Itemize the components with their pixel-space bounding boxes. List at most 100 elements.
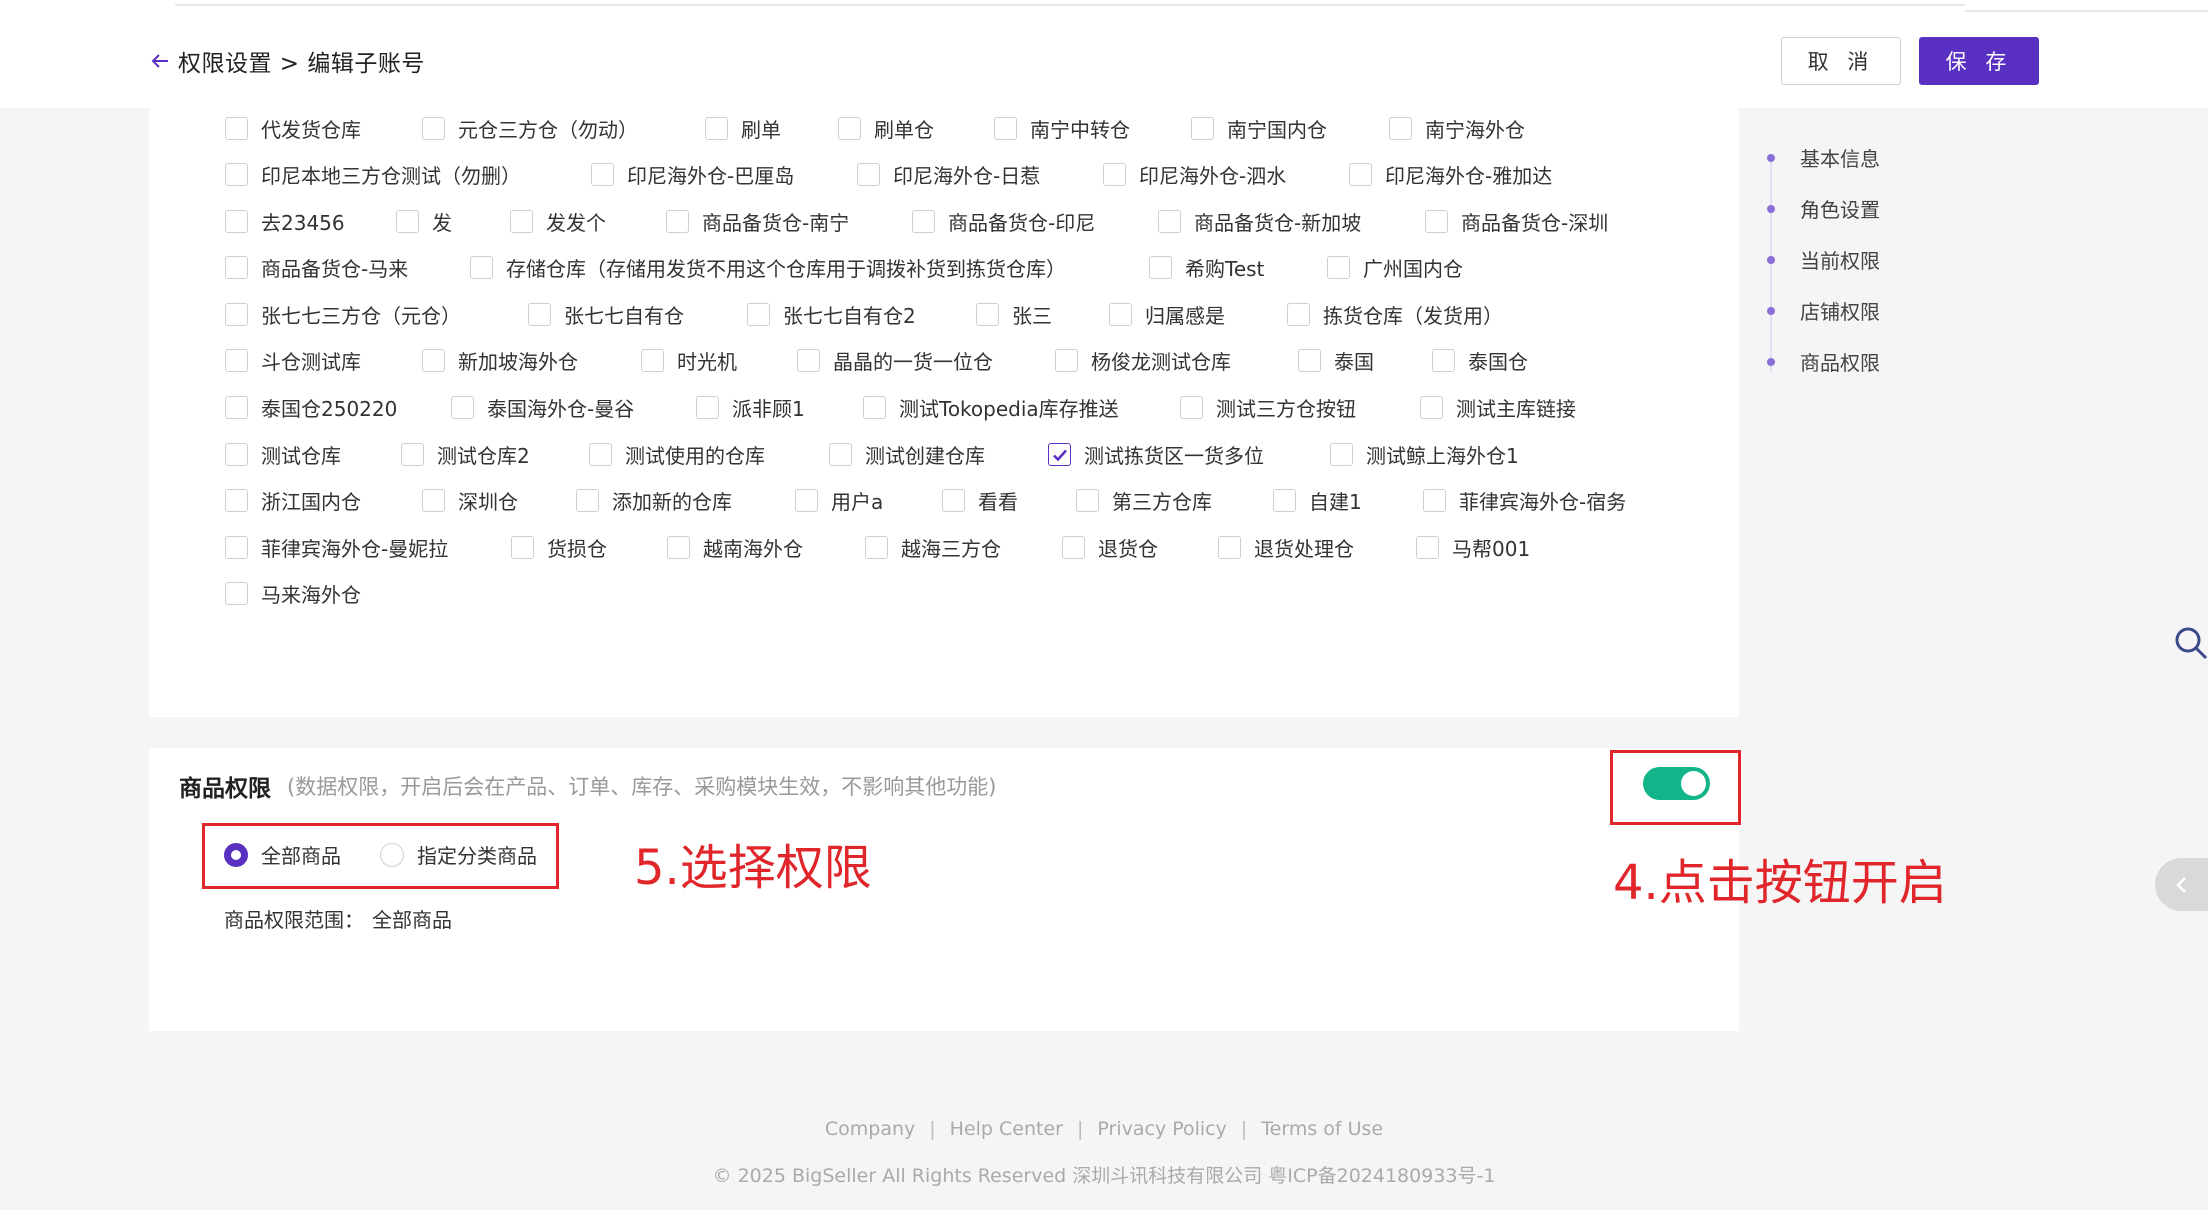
checkbox[interactable] (863, 396, 886, 419)
warehouse-option[interactable]: 马帮001 (1416, 533, 1530, 562)
radio-all-products[interactable]: 全部商品 (224, 840, 341, 869)
warehouse-option[interactable]: 张七七自有仓2 (747, 300, 916, 329)
warehouse-option[interactable]: 泰国海外仓-曼谷 (451, 393, 634, 422)
checkbox[interactable] (225, 117, 248, 140)
checkbox[interactable] (1149, 256, 1172, 279)
footer-link-privacy[interactable]: Privacy Policy (1097, 1118, 1226, 1140)
checkbox[interactable] (795, 489, 818, 512)
warehouse-option[interactable]: 刷单 (705, 114, 781, 143)
checkbox[interactable] (225, 582, 248, 605)
warehouse-option[interactable]: 泰国 (1298, 346, 1374, 375)
warehouse-option[interactable]: 南宁中转仓 (994, 114, 1130, 143)
warehouse-option[interactable]: 越南海外仓 (667, 533, 803, 562)
warehouse-option[interactable]: 发发个 (510, 207, 606, 236)
checkbox[interactable] (912, 210, 935, 233)
checkbox[interactable] (1432, 349, 1455, 372)
checkbox[interactable] (705, 117, 728, 140)
warehouse-option[interactable]: 用户a (795, 486, 883, 515)
warehouse-option[interactable]: 马来海外仓 (225, 579, 361, 608)
warehouse-option[interactable]: 退货处理仓 (1218, 533, 1354, 562)
checkbox[interactable] (1425, 210, 1448, 233)
warehouse-option[interactable]: 新加坡海外仓 (422, 346, 578, 375)
warehouse-option[interactable]: 深圳仓 (422, 486, 518, 515)
warehouse-option[interactable]: 货损仓 (511, 533, 607, 562)
checkbox[interactable] (1103, 163, 1126, 186)
checkbox[interactable] (829, 443, 852, 466)
checkbox[interactable] (942, 489, 965, 512)
checkbox[interactable] (1109, 303, 1132, 326)
warehouse-option[interactable]: 印尼海外仓-泗水 (1103, 160, 1286, 189)
checkbox[interactable] (451, 396, 474, 419)
warehouse-option[interactable]: 测试仓库 (225, 440, 341, 469)
checkbox[interactable] (225, 443, 248, 466)
checkbox[interactable] (225, 256, 248, 279)
checkbox[interactable] (1062, 536, 1085, 559)
warehouse-option[interactable]: 印尼海外仓-巴厘岛 (591, 160, 794, 189)
checkbox[interactable] (797, 349, 820, 372)
warehouse-option[interactable]: 晶晶的一货一位仓 (797, 346, 993, 375)
checkbox[interactable] (225, 396, 248, 419)
checkbox[interactable] (667, 536, 690, 559)
warehouse-option[interactable]: 商品备货仓-南宁 (666, 207, 849, 236)
warehouse-option[interactable]: 印尼海外仓-日惹 (857, 160, 1040, 189)
checkbox[interactable] (1287, 303, 1310, 326)
warehouse-option[interactable]: 发 (396, 207, 452, 236)
checkbox[interactable] (696, 396, 719, 419)
checkbox[interactable] (838, 117, 861, 140)
checkbox[interactable] (1423, 489, 1446, 512)
checkbox[interactable] (225, 163, 248, 186)
product-permission-toggle[interactable] (1643, 767, 1710, 800)
checkbox[interactable] (225, 210, 248, 233)
anchor-item-current-permission[interactable]: 当前权限 (1767, 234, 1880, 285)
warehouse-option[interactable]: 派非顾1 (696, 393, 805, 422)
checkbox[interactable] (225, 489, 248, 512)
warehouse-option[interactable]: 代发货仓库 (225, 114, 361, 143)
checkbox[interactable] (225, 536, 248, 559)
warehouse-option[interactable]: 印尼海外仓-雅加达 (1349, 160, 1552, 189)
save-button[interactable]: 保 存 (1919, 37, 2039, 85)
warehouse-option[interactable]: 菲律宾海外仓-宿务 (1423, 486, 1626, 515)
collapse-side-button[interactable] (2155, 858, 2208, 911)
warehouse-option[interactable]: 杨俊龙测试仓库 (1055, 346, 1231, 375)
warehouse-option[interactable]: 拣货仓库（发货用） (1287, 300, 1503, 329)
radio-button-selected[interactable] (224, 842, 248, 867)
warehouse-option[interactable]: 南宁海外仓 (1389, 114, 1525, 143)
checkbox[interactable] (666, 210, 689, 233)
warehouse-option[interactable]: 测试主库链接 (1420, 393, 1576, 422)
checkbox[interactable] (422, 349, 445, 372)
footer-link-company[interactable]: Company (825, 1118, 915, 1140)
cancel-button[interactable]: 取 消 (1781, 37, 1901, 85)
anchor-item-basic-info[interactable]: 基本信息 (1767, 132, 1880, 183)
checkbox[interactable] (1180, 396, 1203, 419)
checkbox[interactable] (576, 489, 599, 512)
radio-category-products[interactable]: 指定分类商品 (380, 840, 537, 869)
warehouse-option[interactable]: 测试Tokopedia库存推送 (863, 393, 1119, 422)
checkbox[interactable] (1416, 536, 1439, 559)
checkbox[interactable] (1298, 349, 1321, 372)
warehouse-option[interactable]: 商品备货仓-马来 (225, 253, 408, 282)
footer-link-terms[interactable]: Terms of Use (1261, 1118, 1383, 1140)
warehouse-option[interactable]: 存储仓库（存储用发货不用这个仓库用于调拨补货到拣货仓库） (470, 253, 1066, 282)
warehouse-option[interactable]: 自建1 (1273, 486, 1362, 515)
warehouse-option[interactable]: 张三 (976, 300, 1052, 329)
warehouse-option[interactable]: 时光机 (641, 346, 737, 375)
radio-button[interactable] (380, 842, 404, 867)
checkbox[interactable] (1191, 117, 1214, 140)
warehouse-option[interactable]: 广州国内仓 (1327, 253, 1463, 282)
checkbox[interactable] (641, 349, 664, 372)
checkbox[interactable] (589, 443, 612, 466)
anchor-item-role-settings[interactable]: 角色设置 (1767, 183, 1880, 234)
warehouse-option[interactable]: 去23456 (225, 207, 345, 236)
warehouse-option[interactable]: 测试鲸上海外仓1 (1330, 440, 1519, 469)
checkbox[interactable] (225, 349, 248, 372)
checkbox-checked[interactable] (1048, 443, 1071, 466)
checkbox[interactable] (1273, 489, 1296, 512)
checkbox[interactable] (422, 489, 445, 512)
checkbox[interactable] (857, 163, 880, 186)
warehouse-option[interactable]: 元仓三方仓（勿动） (422, 114, 638, 143)
warehouse-option[interactable]: 泰国仓250220 (225, 393, 397, 422)
checkbox[interactable] (1330, 443, 1353, 466)
warehouse-option[interactable]: 泰国仓 (1432, 346, 1528, 375)
checkbox[interactable] (470, 256, 493, 279)
warehouse-option[interactable]: 商品备货仓-新加坡 (1158, 207, 1361, 236)
